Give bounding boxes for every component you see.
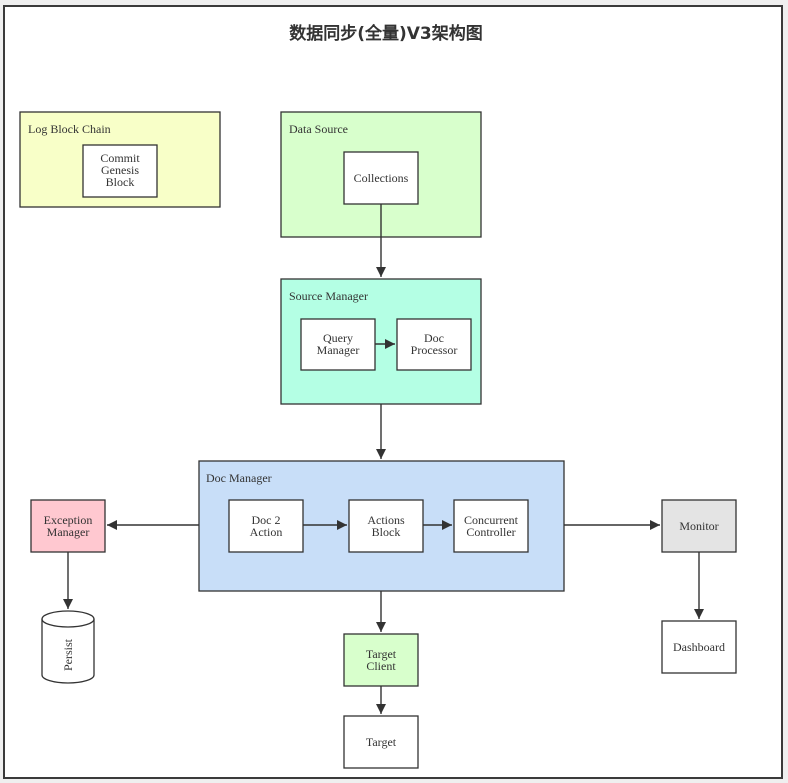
node-label: Processor [411,343,458,357]
node-label: Target [366,735,397,749]
node-query-manager[interactable]: Query Manager [300,318,376,371]
node-label: Manager [317,343,360,357]
node-actions-block[interactable]: Actions Block [348,499,424,553]
cluster-log-block-chain-label: Log Block Chain [28,122,111,136]
node-label: Monitor [679,519,718,533]
cluster-doc-manager-label: Doc Manager [206,471,272,485]
node-label: Persist [61,638,75,671]
node-exception-manager[interactable]: Exception Manager [30,499,106,553]
node-label: Dashboard [673,640,725,654]
node-label: Block [372,525,401,539]
node-collections[interactable]: Collections [343,151,419,205]
node-persist-database[interactable]: Persist [41,610,95,684]
node-dashboard[interactable]: Dashboard [661,620,737,674]
node-label: Collections [354,171,409,185]
database-cylinder-top [41,610,95,628]
node-label: Client [366,659,396,673]
cluster-source-manager-label: Source Manager [289,289,368,303]
node-label: Manager [47,525,90,539]
node-label: Action [250,525,283,539]
node-target[interactable]: Target [343,715,419,769]
node-doc-processor[interactable]: Doc Processor [396,318,472,371]
node-target-client[interactable]: Target Client [343,633,419,687]
cluster-data-source-label: Data Source [289,122,348,136]
diagram-title: 数据同步(全量)V3架构图 [289,23,483,44]
node-commit-genesis-block[interactable]: Commit Genesis Block [82,144,158,198]
node-label: Block [106,175,135,189]
node-monitor[interactable]: Monitor [661,499,737,553]
node-doc2action[interactable]: Doc 2 Action [228,499,304,553]
node-label: Controller [466,525,515,539]
architecture-diagram: 数据同步(全量)V3架构图 Log Block Chain Commit Gen… [19,23,737,769]
node-concurrent-controller[interactable]: Concurrent Controller [453,499,529,553]
